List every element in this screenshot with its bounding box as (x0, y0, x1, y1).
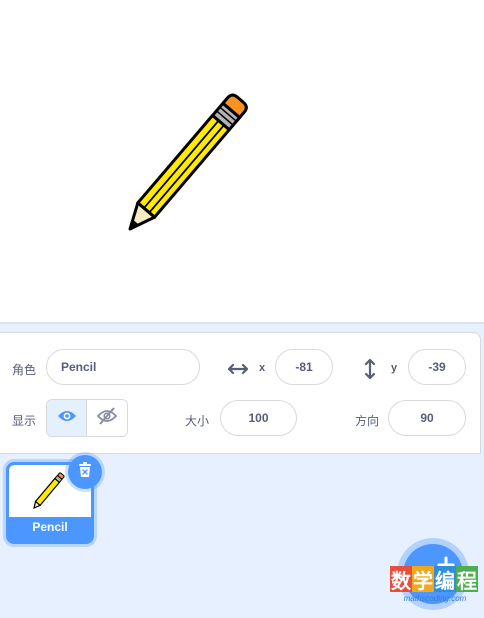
eye-slash-icon (96, 406, 118, 430)
watermark-char-1: 数 (390, 566, 412, 593)
x-position-input[interactable]: -81 (275, 349, 333, 385)
show-button[interactable] (47, 400, 88, 436)
sprite-tile-label: Pencil (32, 520, 68, 534)
sprite-name-input[interactable]: Pencil (46, 349, 200, 385)
watermark-char-3: 编 (434, 566, 456, 593)
y-position-input[interactable]: -39 (408, 349, 466, 385)
watermark-logo: 数 学 编 程 mathscoding.com (390, 566, 480, 610)
horizontal-arrows-icon (226, 359, 250, 379)
size-label: 大小 (185, 414, 210, 428)
watermark-char-4: 程 (456, 566, 478, 593)
x-label: x (259, 362, 266, 374)
pencil-sprite[interactable] (0, 0, 484, 322)
stage[interactable] (0, 0, 484, 322)
eye-icon (57, 409, 77, 428)
y-label: y (391, 362, 398, 374)
trash-icon (78, 461, 92, 483)
visibility-toggle (46, 399, 128, 437)
direction-input[interactable]: 90 (388, 400, 466, 436)
direction-label: 方向 (355, 414, 380, 428)
sprite-label: 角色 (12, 363, 37, 377)
watermark-char-2: 学 (412, 566, 434, 593)
watermark-url: mathscoding.com (403, 594, 467, 603)
delete-sprite-button[interactable] (68, 455, 102, 489)
show-label: 显示 (12, 414, 37, 428)
hide-button[interactable] (87, 400, 127, 436)
size-input[interactable]: 100 (220, 400, 297, 436)
vertical-arrows-icon (362, 357, 378, 381)
